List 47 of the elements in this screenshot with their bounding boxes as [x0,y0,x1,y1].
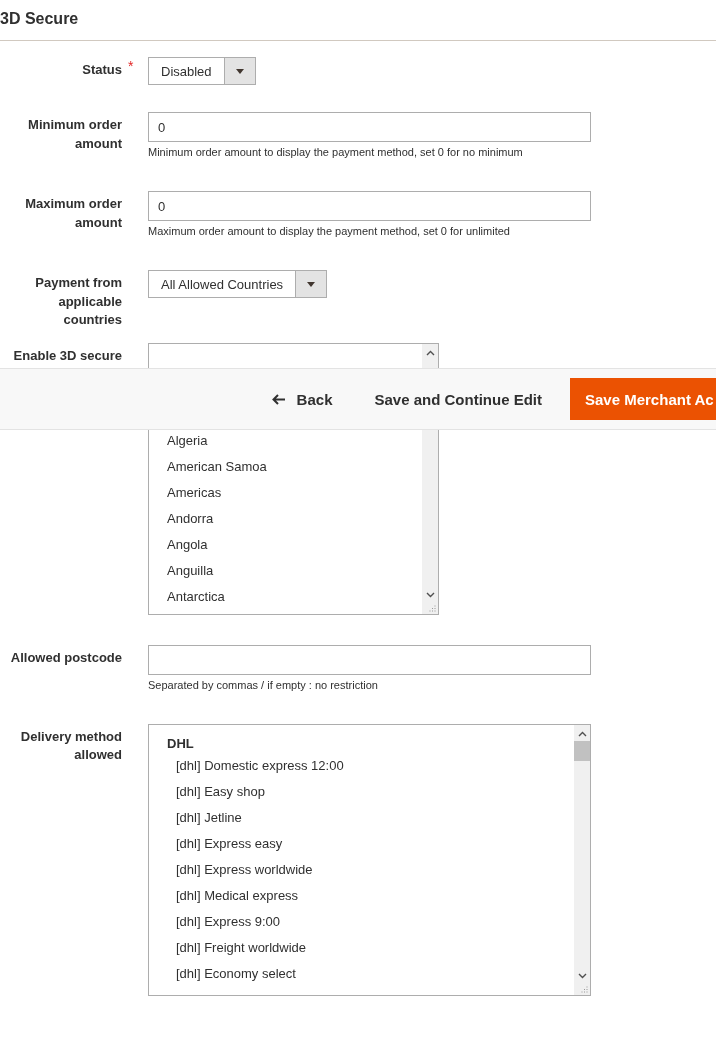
field-note: Minimum order amount to display the payment method, set 0 for no minimum [148,146,524,158]
field-note: Separated by commas / if empty : no restriction [148,678,379,691]
field-label: Payment from applicable countries [35,275,122,327]
field-label: Minimum order amount [28,117,122,151]
list-option[interactable]: Algeria [149,427,208,454]
list-option[interactable]: [dhl] Freight worldwide [149,934,307,961]
text-input[interactable]: 0 [148,191,591,221]
list-option[interactable]: Angola [149,531,208,558]
list-option[interactable]: [dhl] Express easy [149,830,283,857]
delivery-listbox[interactable]: DHL [dhl] Domestic express 12:00 [dhl] Easy shop [dhl] Jetline [dhl] Express easy [dhl] Express worldwide [dhl] Medical express [dhl] Express 9:00 [dhl] Freight worldwide [dhl] Economy select [148,723,591,996]
list-option[interactable]: [dhl] Express worldwide [149,856,313,883]
dropdown-select[interactable]: All Allowed Countries [148,270,328,298]
caret-icon [307,281,316,287]
list-option[interactable]: [dhl] Domestic express 12:00 [149,752,344,779]
list-option[interactable]: Americas [149,479,222,506]
chevron-up-icon[interactable] [577,730,587,737]
field-label: Enable 3D secure [13,347,122,363]
list-option[interactable]: American Samoa [149,453,267,480]
list-option[interactable]: [dhl] Medical express [149,882,299,909]
text-input[interactable] [148,644,591,675]
scrollbar-thumb[interactable] [574,740,590,761]
resize-grip-icon[interactable] [429,604,436,612]
chevron-down-icon[interactable] [425,591,435,598]
field-note: Maximum order amount to display the payment method, set 0 for unlimited [148,225,511,237]
chevron-down-icon[interactable] [577,972,587,979]
list-option[interactable]: [dhl] Jetline [149,804,242,831]
list-option[interactable]: Antarctica [149,583,225,610]
field-label: Maximum order amount [25,196,122,230]
dropdown-select[interactable]: Disabled [148,57,256,85]
list-option[interactable]: [dhl] Easy shop [149,778,265,805]
save-button[interactable]: Save Merchant Ac [570,378,716,420]
field-label: Allowed postcode [10,649,122,665]
field-label: Delivery method allowed [20,728,122,762]
resize-grip-icon[interactable] [581,985,588,993]
arrow-left-icon [271,393,285,405]
back-button[interactable]: Back [257,390,347,408]
section-title: 3D Secure [0,10,79,27]
list-option[interactable]: [dhl] Economy select [149,960,296,987]
caret-icon [235,68,244,74]
text-input[interactable]: 0 [148,112,591,142]
list-option[interactable]: Andorra [149,505,214,532]
chevron-up-icon[interactable] [425,349,435,356]
list-option[interactable]: [dhl] Express 9:00 [149,908,281,935]
list-option[interactable]: Anguilla [149,557,214,584]
field-label: Status [82,62,122,77]
group-heading: DHL [166,734,194,753]
required-mark: * [127,57,134,74]
